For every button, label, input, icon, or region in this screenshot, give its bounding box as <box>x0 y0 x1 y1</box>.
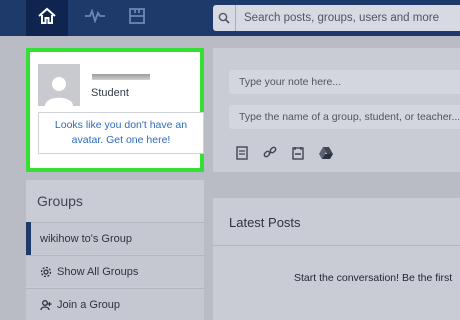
divider <box>213 245 460 246</box>
planner-icon <box>128 7 146 30</box>
groups-heading: Groups <box>37 193 83 209</box>
activity-button[interactable] <box>74 0 116 36</box>
get-avatar-link[interactable]: Looks like you don't have an avatar. Get… <box>38 112 204 154</box>
latest-posts-heading: Latest Posts <box>229 215 301 230</box>
file-icon <box>236 145 248 165</box>
google-drive-icon <box>318 146 334 165</box>
join-group-link[interactable]: Join a Group <box>26 288 204 320</box>
join-group-label: Join a Group <box>57 298 120 311</box>
attach-file-button[interactable] <box>234 145 250 165</box>
planner-button[interactable] <box>116 0 158 36</box>
gear-icon <box>40 266 52 278</box>
top-navigation-bar: Search posts, groups, users and more <box>0 0 460 36</box>
note-input[interactable]: Type your note here... <box>229 70 460 94</box>
show-all-groups-label: Show All Groups <box>57 265 139 278</box>
avatar[interactable] <box>38 64 80 106</box>
attach-drive-button[interactable] <box>318 146 334 165</box>
link-icon <box>263 146 277 165</box>
user-silhouette-icon <box>45 77 73 106</box>
search-bar[interactable]: Search posts, groups, users and more <box>213 5 460 31</box>
empty-feed-message: Start the conversation! Be the first <box>294 272 453 284</box>
activity-icon <box>84 7 106 28</box>
search-input[interactable]: Search posts, groups, users and more <box>244 12 439 24</box>
group-item-wikihow[interactable]: wikihow to's Group <box>26 222 204 254</box>
show-all-groups-link[interactable]: Show All Groups <box>26 255 204 287</box>
user-role: Student <box>91 87 129 99</box>
attach-link-button[interactable] <box>262 146 278 165</box>
home-icon <box>37 7 57 30</box>
home-button[interactable] <box>26 0 68 36</box>
library-icon <box>292 146 304 165</box>
redacted-username <box>92 74 150 80</box>
profile-card: Student Looks like you don't have an ava… <box>26 48 204 172</box>
group-label: wikihow to's Group <box>40 232 132 245</box>
attach-library-button[interactable] <box>290 146 306 165</box>
active-group-indicator <box>26 222 31 255</box>
recipient-input[interactable]: Type the name of a group, student, or te… <box>229 105 460 129</box>
join-icon <box>40 299 52 311</box>
search-icon <box>213 5 236 31</box>
